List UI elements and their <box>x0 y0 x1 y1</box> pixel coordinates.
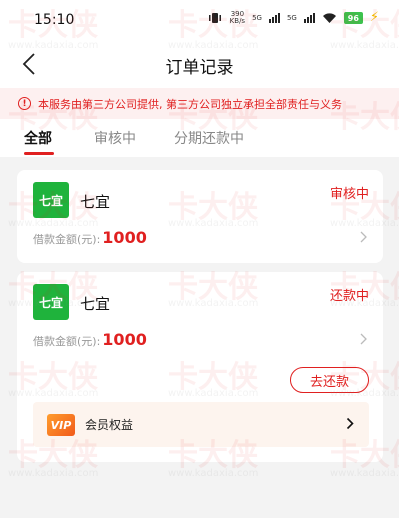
amount-value: 1000 <box>102 228 147 247</box>
amount-label: 借款金额(元): <box>33 233 101 246</box>
order-status: 还款中 <box>329 289 369 304</box>
alert-icon: ! <box>18 97 31 110</box>
repay-button[interactable]: 去还款 <box>290 367 369 393</box>
chevron-right-icon <box>346 417 354 430</box>
chevron-right-icon[interactable] <box>359 332 369 346</box>
chevron-right-icon[interactable] <box>359 230 369 244</box>
battery-icon: 96 <box>343 12 363 24</box>
amount-row: 借款金额(元): 1000 <box>33 228 147 247</box>
order-card[interactable]: 七宜 七宜 还款中 借款金额(元): 1000 去还款 VIP 会员权益 <box>17 272 383 462</box>
notice-text: 本服务由第三方公司提供, 第三方公司独立承担全部责任与义务 <box>38 97 342 111</box>
tab-all[interactable]: 全部 <box>24 128 52 148</box>
amount-label: 借款金额(元): <box>33 335 101 348</box>
vibrate-icon <box>208 13 221 23</box>
sig2-label: 5G <box>286 13 297 22</box>
active-tab-indicator <box>24 152 54 155</box>
watermark-url: www.kadaxia.com <box>168 468 259 479</box>
charging-icon: ⚡ <box>369 10 379 25</box>
status-time: 15:10 <box>34 12 75 28</box>
amount-value: 1000 <box>102 330 147 349</box>
order-card[interactable]: 七宜 七宜 审核中 借款金额(元): 1000 <box>17 170 383 263</box>
tab-installment[interactable]: 分期还款中 <box>174 128 244 148</box>
lender-name: 七宜 <box>80 295 111 313</box>
page-title: 订单记录 <box>165 58 234 78</box>
vip-benefits-row[interactable]: VIP 会员权益 <box>33 402 369 447</box>
amount-row: 借款金额(元): 1000 <box>33 330 147 349</box>
lender-name: 七宜 <box>80 193 111 211</box>
lender-logo: 七宜 <box>33 284 69 320</box>
lender-logo: 七宜 <box>33 182 69 218</box>
net-speed: 390 KB/s <box>229 10 246 25</box>
sig1-label: 5G <box>252 13 262 22</box>
wifi-icon <box>322 13 336 23</box>
signal-icon <box>303 13 315 23</box>
vip-label: 会员权益 <box>85 418 134 432</box>
watermark-url: www.kadaxia.com <box>8 468 99 479</box>
tab-reviewing[interactable]: 审核中 <box>94 128 136 148</box>
notice-bar: ! 本服务由第三方公司提供, 第三方公司独立承担全部责任与义务 <box>0 88 399 119</box>
nav-bar: 订单记录 <box>0 40 399 88</box>
status-icons: 390 KB/s 5G 5G 96 ⚡ <box>207 11 379 25</box>
tab-bar: 全部 审核中 分期还款中 <box>0 119 399 157</box>
signal-icon <box>268 13 280 23</box>
status-bar: 15:10 390 KB/s 5G 5G 96 ⚡ <box>0 0 399 40</box>
order-status: 审核中 <box>329 187 369 202</box>
vip-icon: VIP <box>47 414 75 436</box>
watermark-url: www.kadaxia.com <box>330 468 399 479</box>
